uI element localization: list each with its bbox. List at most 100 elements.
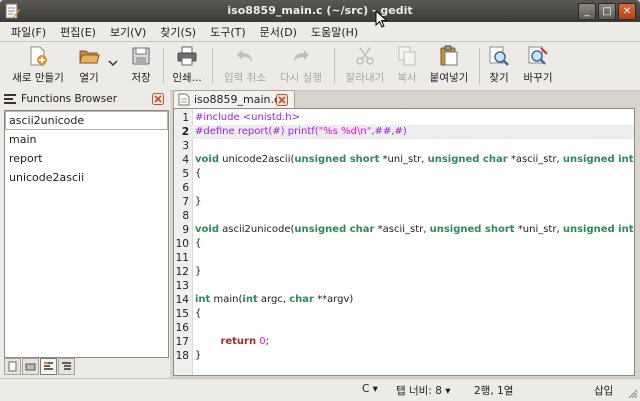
code-line: 11: [174, 251, 634, 265]
new-button[interactable]: 새로 만들기: [8, 45, 68, 87]
line-number: 9: [182, 224, 189, 236]
language-selector[interactable]: C ▾: [362, 383, 378, 395]
cut-button[interactable]: 잘라내기: [340, 45, 390, 87]
code-line: 16: [174, 321, 634, 335]
find-button[interactable]: 찾기: [484, 45, 514, 87]
side-pane-tabs: [4, 358, 75, 376]
title-bar: iso8859_main.c (~/src) - gedit _ □ ✕: [0, 0, 640, 22]
redo-button[interactable]: 다시 실행: [274, 45, 328, 87]
code-line: 8: [174, 209, 634, 223]
clipboard-paste-icon: [440, 45, 458, 66]
side-pane-title: Functions Browser: [21, 93, 118, 105]
side-tab-tags[interactable]: [58, 358, 75, 375]
redo-icon: [294, 50, 309, 62]
menu-search[interactable]: 찾기(S): [153, 24, 203, 40]
function-item-unicode2ascii[interactable]: unicode2ascii: [5, 168, 168, 187]
function-item-report[interactable]: report: [5, 149, 168, 168]
open-folder-icon: [79, 50, 100, 64]
line-number: 15: [175, 308, 189, 320]
menu-edit[interactable]: 편집(E): [53, 24, 103, 40]
side-tab-functions[interactable]: [40, 358, 57, 375]
undo-icon: [237, 50, 252, 62]
functions-list: ascii2unicode main report unicode2ascii: [4, 110, 169, 358]
code-line: 6: [174, 181, 634, 195]
find-replace-icon: [528, 46, 548, 65]
menu-help[interactable]: 도움말(H): [304, 24, 365, 40]
function-list-icon: [44, 362, 53, 370]
side-pane: Functions Browser ascii2unicode main rep…: [0, 90, 170, 378]
menu-bar: 파일(F) 편집(E) 보기(V) 찾기(S) 도구(T) 문서(D) 도움말(…: [0, 22, 640, 42]
side-pane-header: Functions Browser: [3, 90, 168, 108]
find-label: 찾기: [489, 72, 509, 84]
document-icon: [8, 361, 17, 372]
line-number: 14: [175, 294, 189, 306]
window-title: iso8859_main.c (~/src) - gedit: [227, 4, 413, 17]
mouse-pointer-icon: [375, 10, 388, 28]
code-line: 10{: [175, 238, 202, 250]
scissors-icon: [356, 47, 374, 65]
line-number: 7: [182, 196, 189, 208]
editor-area: iso8859_main.c 1 #include <unistd.h> 2 #de…: [173, 90, 635, 378]
line-number: 11: [175, 252, 189, 264]
minimize-button[interactable]: _: [578, 3, 596, 20]
tab-width-selector[interactable]: 탭 너비: 8 ▾: [396, 383, 450, 398]
printer-icon: [177, 46, 197, 66]
copy-button[interactable]: 복사: [392, 45, 422, 87]
code-line: 12}: [175, 266, 202, 278]
replace-button[interactable]: 바꾸기: [518, 45, 558, 87]
open-recent-chevron-icon[interactable]: [108, 58, 118, 68]
menu-view[interactable]: 보기(V): [103, 24, 153, 40]
menu-file[interactable]: 파일(F): [4, 24, 53, 40]
line-number: 10: [175, 238, 189, 250]
side-tab-file-browser[interactable]: [22, 358, 39, 375]
toolbar-separator: [212, 48, 213, 84]
code-line: 17 return 0;: [175, 336, 270, 348]
open-button[interactable]: 열기: [74, 45, 104, 87]
text-view[interactable]: 1 #include <unistd.h> 2 #define report(#) …: [173, 108, 635, 376]
code-line: 5{: [174, 167, 634, 181]
paste-button[interactable]: 붙여넣기: [424, 45, 474, 87]
line-number: 3: [182, 140, 189, 152]
close-tab-icon[interactable]: [276, 94, 288, 106]
function-item-ascii2unicode[interactable]: ascii2unicode: [5, 111, 168, 130]
text-file-icon: [178, 93, 190, 106]
toolbar-separator: [334, 48, 335, 84]
side-tab-documents[interactable]: [4, 358, 21, 375]
menu-tools[interactable]: 도구(T): [203, 24, 253, 40]
paste-label: 붙여넣기: [429, 72, 469, 84]
line-number: 16: [175, 322, 189, 334]
function-item-main[interactable]: main: [5, 130, 168, 149]
functions-browser-icon: [4, 94, 16, 104]
line-number: 13: [175, 280, 189, 292]
line-number: 1: [182, 112, 189, 124]
maximize-button[interactable]: □: [598, 3, 616, 20]
undo-button[interactable]: 입력 취소: [218, 45, 272, 87]
menu-documents[interactable]: 문서(D): [253, 24, 304, 40]
close-side-pane-icon[interactable]: [152, 93, 164, 105]
copy-label: 복사: [397, 72, 417, 84]
line-number: 4: [182, 154, 189, 166]
toolbar-separator: [163, 48, 164, 84]
close-window-button[interactable]: ✕: [618, 3, 636, 20]
line-number: 12: [175, 266, 189, 278]
save-button[interactable]: 저장: [124, 45, 158, 87]
undo-label: 입력 취소: [224, 72, 266, 84]
print-button[interactable]: 인쇄...: [168, 45, 206, 87]
redo-label: 다시 실행: [280, 72, 322, 84]
line-number: 8: [182, 210, 189, 222]
document-tab[interactable]: iso8859_main.c: [173, 90, 295, 108]
resize-grip-icon[interactable]: [628, 389, 638, 399]
code-line-current: 2 #define report(#) printf("%s %d\n",##,#…: [174, 125, 634, 139]
line-number: 17: [175, 336, 189, 348]
print-label: 인쇄...: [172, 72, 202, 84]
new-label: 새로 만들기: [12, 72, 64, 84]
code-line: 13: [174, 279, 634, 293]
code-line: 14 int main(int argc, char **argv): [175, 294, 354, 306]
save-label: 저장: [131, 72, 151, 84]
code-line: 3: [174, 139, 634, 153]
drive-icon: [25, 363, 36, 371]
new-document-icon: [30, 46, 47, 66]
code-line: 15{: [175, 308, 202, 320]
copy-icon: [398, 46, 416, 66]
line-number: 6: [182, 182, 189, 194]
